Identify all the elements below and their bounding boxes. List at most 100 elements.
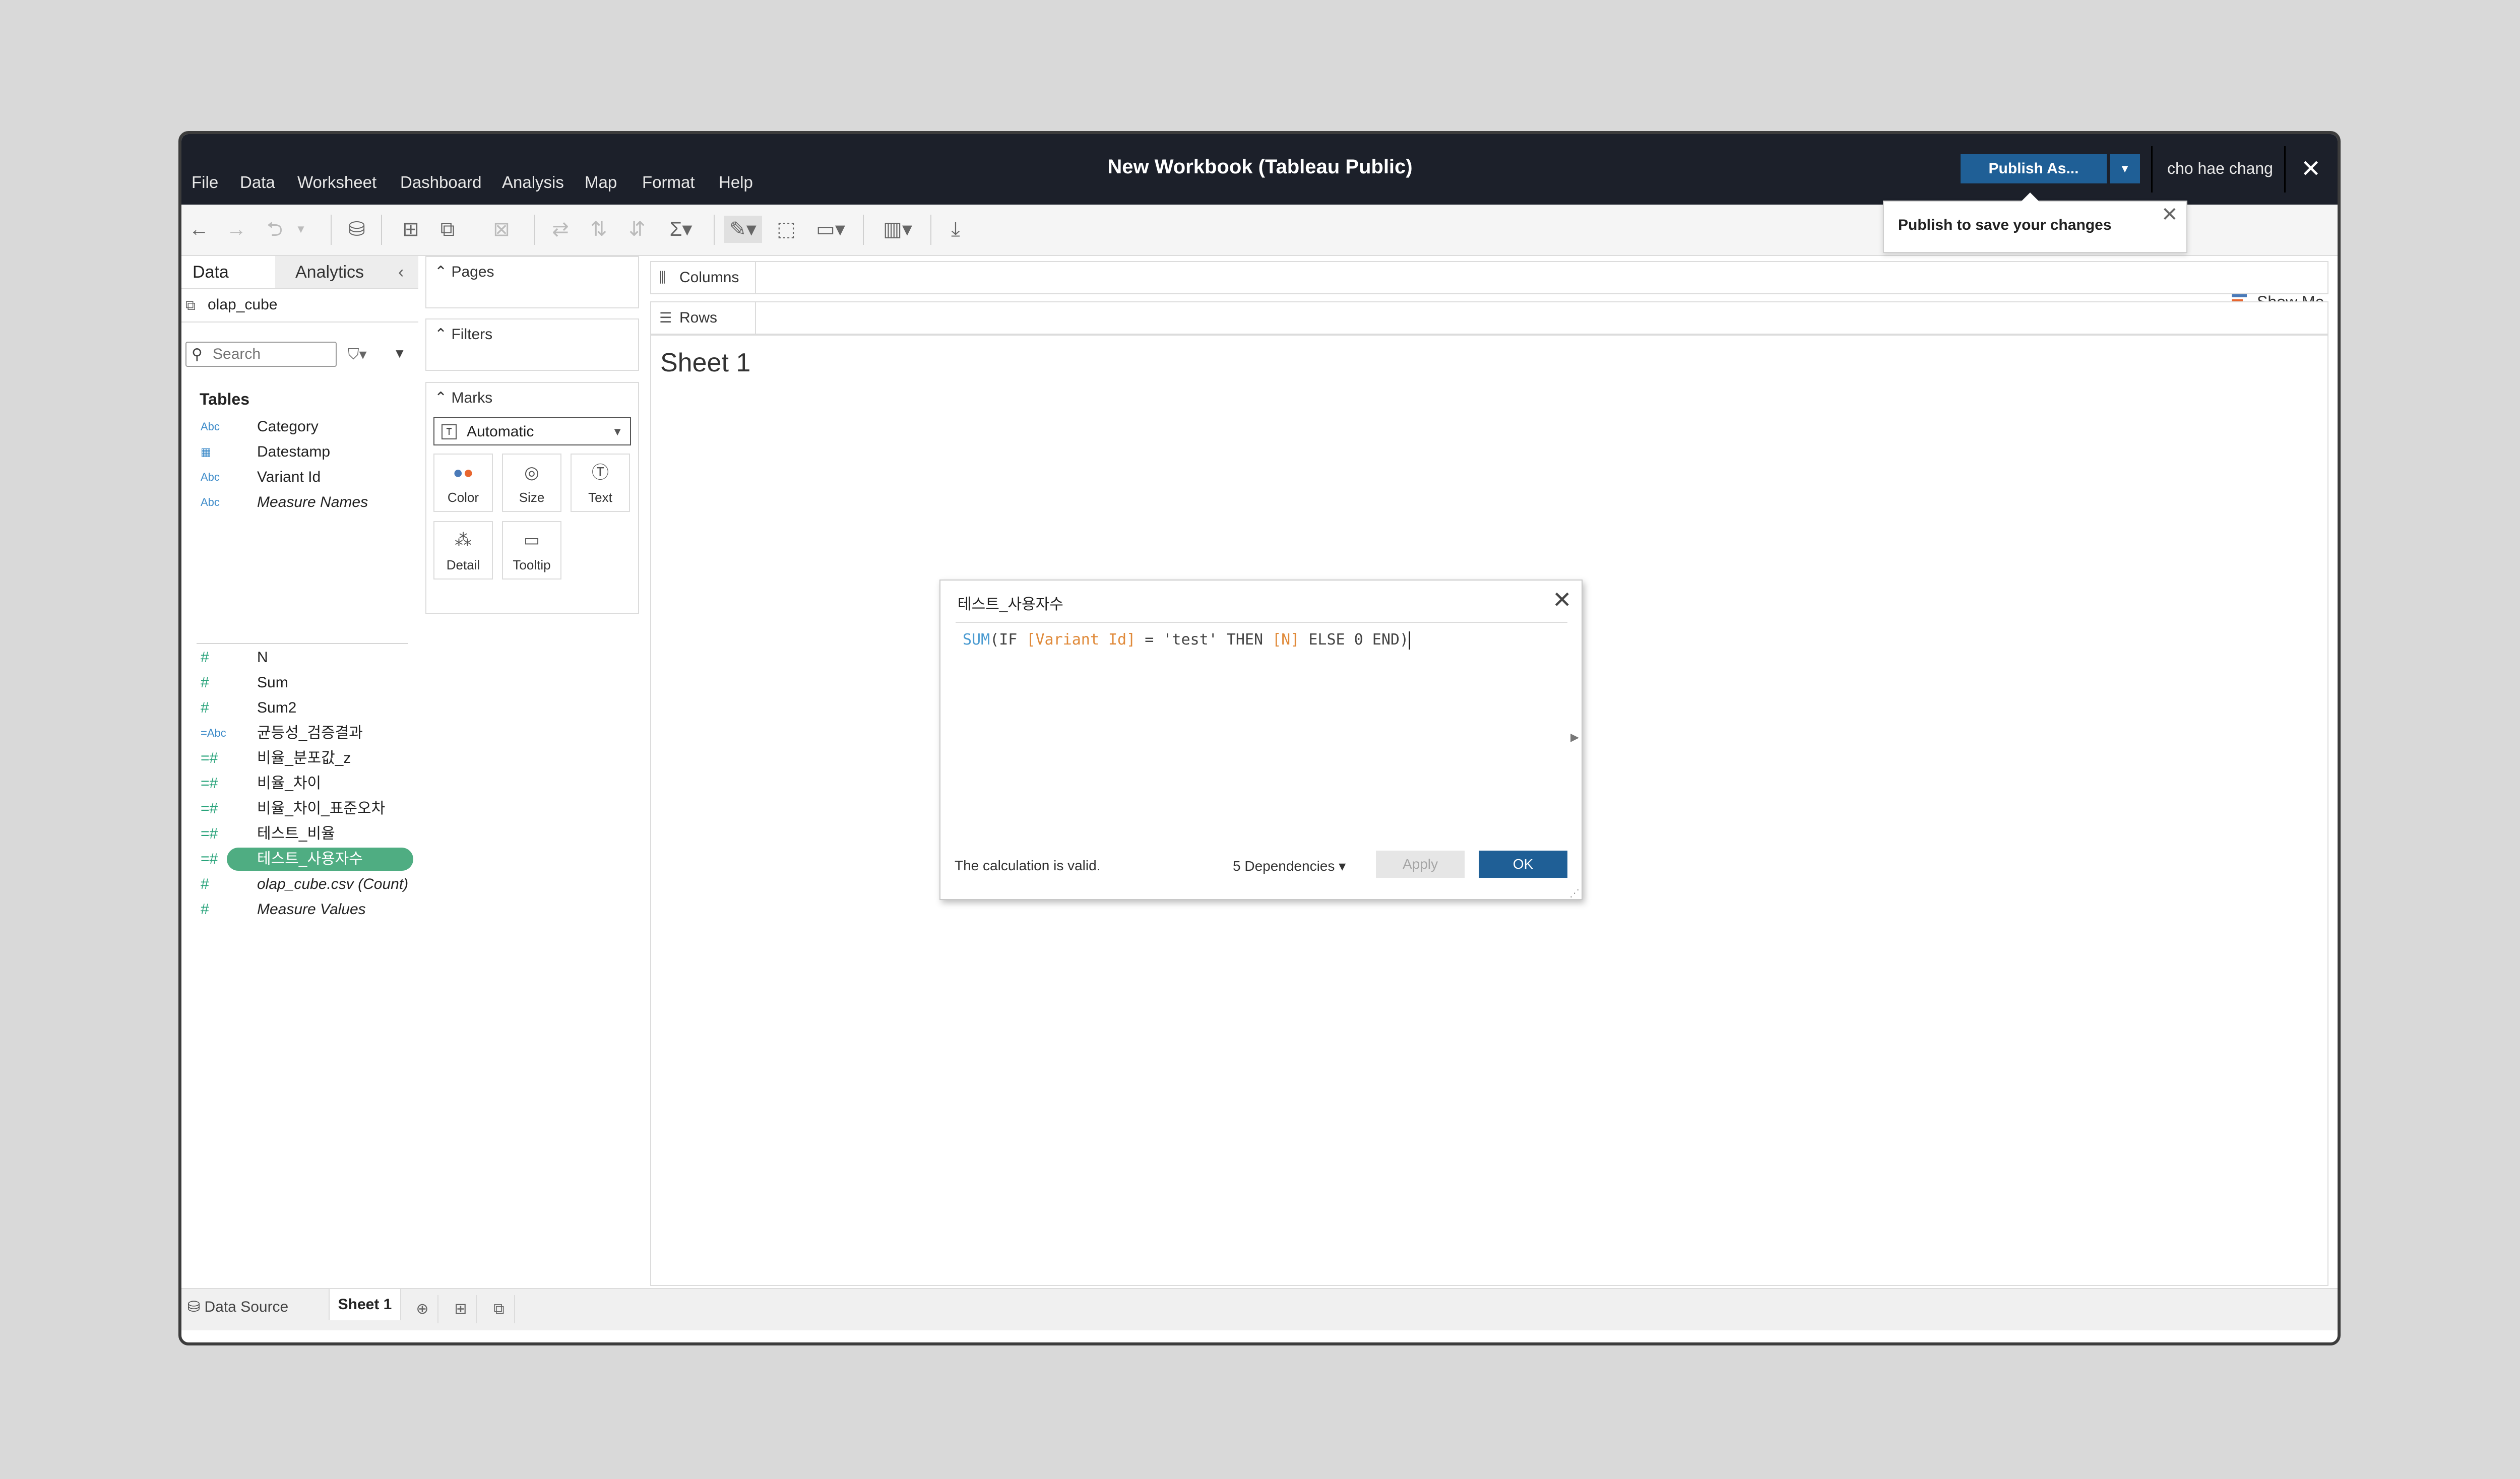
field-label: Category <box>257 418 319 435</box>
text-button[interactable]: Ⓣ Text <box>571 454 630 512</box>
field-item[interactable]: =Abc 균등성_검증결과 <box>197 722 408 745</box>
sort-descending-icon[interactable]: ⇵ <box>623 216 651 243</box>
tab-sheet-1[interactable]: Sheet 1 <box>329 1289 401 1320</box>
marks-type-select[interactable]: T Automatic ▼ <box>433 417 631 445</box>
number-type-icon: # <box>201 699 209 716</box>
detail-button[interactable]: ⁂ Detail <box>433 521 493 580</box>
marks-card: ⌃ Marks T Automatic ▼ ●● Color ◎ Size Ⓣ … <box>425 382 639 614</box>
columns-label: ⫼ Columns <box>651 262 756 293</box>
field-label: Sum <box>257 674 288 691</box>
ok-button[interactable]: OK <box>1479 851 1567 878</box>
clear-sheet-icon[interactable]: ⊠ <box>484 216 519 243</box>
field-item[interactable]: # olap_cube.csv (Count) <box>197 873 408 896</box>
chevron-right-icon[interactable]: ▶ <box>1570 731 1579 744</box>
color-button[interactable]: ●● Color <box>433 454 493 512</box>
field-item[interactable]: # Measure Values <box>197 898 408 921</box>
field-item[interactable]: =# 비율_차이_표준오차 <box>197 797 408 820</box>
columns-icon: ⫼ <box>659 270 666 285</box>
datasource-row[interactable]: ⧉ olap_cube <box>181 288 418 323</box>
divider <box>863 215 864 245</box>
formula-text: ELSE 0 END) <box>1299 631 1409 649</box>
title-bar: File Data Worksheet Dashboard Analysis M… <box>181 134 2338 205</box>
user-name[interactable]: cho hae chang <box>2167 159 2273 178</box>
new-worksheet-icon[interactable]: ⊕ <box>407 1295 438 1323</box>
shelves-column: ⌃ Pages ⌃ Filters ⌃ Marks T Automatic ▼ … <box>418 256 639 1304</box>
calc-number-type-icon: =# <box>201 851 218 867</box>
field-item[interactable]: =# 비율_차이 <box>197 772 408 795</box>
calculation-name[interactable]: 테스트_사용자수 <box>958 592 1063 614</box>
replay-icon[interactable]: ⮌ <box>262 216 287 243</box>
fit-icon[interactable]: ▭▾ <box>809 216 852 243</box>
field-item[interactable]: =# 비율_분포값_z <box>197 747 408 770</box>
datasource-icon: ⧉ <box>185 297 196 313</box>
new-worksheet-icon[interactable]: ⊞ <box>393 216 428 243</box>
pages-card[interactable]: ⌃ Pages <box>425 256 639 308</box>
download-icon[interactable]: ⤓ <box>941 216 970 243</box>
annotate-icon[interactable]: ⬚ <box>772 216 800 243</box>
field-item[interactable]: # N <box>197 646 408 669</box>
filter-icon[interactable]: ⛉▾ <box>348 346 367 363</box>
field-label: 비율_분포값_z <box>257 750 351 766</box>
tab-data-source[interactable]: ⛁ Data Source <box>187 1298 288 1316</box>
tooltip-label: Tooltip <box>513 557 551 572</box>
swap-icon[interactable]: ⇄ <box>546 216 575 243</box>
totals-icon[interactable]: Σ▾ <box>663 216 699 243</box>
apply-button[interactable]: Apply <box>1376 851 1465 878</box>
sheet-title: Sheet 1 <box>660 348 751 377</box>
new-datasource-icon[interactable]: ⛁ <box>343 216 371 243</box>
duplicate-sheet-icon[interactable]: ⧉ <box>433 216 462 243</box>
color-label: Color <box>447 490 479 505</box>
chevron-down-icon[interactable]: ▼ <box>293 216 308 243</box>
field-item[interactable]: Abc Measure Names <box>197 491 408 514</box>
field-label: Measure Values <box>257 901 366 918</box>
field-item-selected[interactable]: =# 테스트_사용자수 <box>197 848 413 871</box>
close-icon[interactable]: ✕ <box>1552 586 1572 614</box>
undo-icon[interactable]: ← <box>186 216 212 243</box>
tooltip-button[interactable]: ▭ Tooltip <box>502 521 561 580</box>
chevron-down-icon[interactable]: ▼ <box>393 346 406 361</box>
close-icon[interactable]: ✕ <box>2296 154 2326 184</box>
tab-analytics[interactable]: Analytics <box>275 256 418 288</box>
formula-text: = 'test' THEN <box>1136 631 1273 649</box>
rows-label: ☰ Rows <box>651 302 756 334</box>
size-label: Size <box>519 490 545 505</box>
redo-icon[interactable]: → <box>224 216 249 243</box>
divider <box>2151 146 2153 192</box>
field-item[interactable]: # Sum <box>197 671 408 694</box>
columns-shelf[interactable]: ⫼ Columns <box>650 261 2328 294</box>
field-item[interactable]: Abc Variant Id <box>197 466 408 489</box>
new-dashboard-icon[interactable]: ⊞ <box>446 1295 477 1323</box>
divider <box>534 215 535 245</box>
field-token: [Variant Id] <box>1026 631 1136 649</box>
field-item[interactable]: Abc Category <box>197 415 408 438</box>
rows-shelf[interactable]: ☰ Rows <box>650 301 2328 335</box>
filters-title: ⌃ Filters <box>434 326 493 343</box>
detail-label: Detail <box>446 557 480 572</box>
calc-string-type-icon: =Abc <box>201 727 226 739</box>
tab-data[interactable]: Data <box>193 256 283 288</box>
size-button[interactable]: ◎ Size <box>502 454 561 512</box>
field-item[interactable]: =# 테스트_비율 <box>197 822 408 846</box>
close-icon[interactable]: ✕ <box>2161 204 2178 226</box>
datasource-name: olap_cube <box>208 296 278 313</box>
sort-ascending-icon[interactable]: ⇅ <box>585 216 613 243</box>
search-input[interactable] <box>213 345 334 364</box>
field-item[interactable]: # Sum2 <box>197 696 408 720</box>
highlight-icon[interactable]: ✎▾ <box>724 216 762 243</box>
field-label: olap_cube.csv (Count) <box>257 876 409 892</box>
formula-editor[interactable]: SUM(IF [Variant Id] = 'test' THEN [N] EL… <box>963 630 1411 650</box>
divider <box>956 622 1567 623</box>
dependencies-dropdown[interactable]: 5 Dependencies ▾ <box>1233 858 1346 874</box>
search-box[interactable]: ⚲ <box>185 342 337 367</box>
field-label: Sum2 <box>257 699 297 716</box>
publish-as-button[interactable]: Publish As... <box>1961 154 2107 183</box>
field-label: 테스트_사용자수 <box>257 851 363 867</box>
chevron-left-icon[interactable]: ‹ <box>398 256 404 288</box>
field-item[interactable]: ▦ Datestamp <box>197 440 408 464</box>
resize-handle-icon[interactable]: ⋰ <box>1569 887 1580 899</box>
new-story-icon[interactable]: ⧉ <box>484 1295 515 1323</box>
filters-card[interactable]: ⌃ Filters <box>425 318 639 371</box>
publish-dropdown-button[interactable]: ▼ <box>2110 154 2140 183</box>
tooltip-text: Publish to save your changes <box>1898 217 2112 233</box>
presentation-icon[interactable]: ▥▾ <box>875 216 920 243</box>
